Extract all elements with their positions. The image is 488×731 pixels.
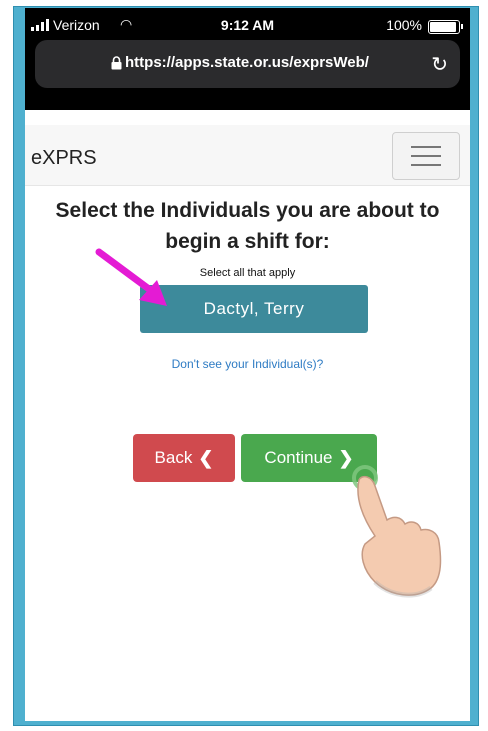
tap-hand-icon [352,465,442,598]
heading-line-2: begin a shift for: [165,230,330,253]
reload-icon[interactable]: ↻ [431,52,448,77]
back-button[interactable]: Back ❮ [133,434,235,482]
lock-icon [111,56,122,70]
battery-percent: 100% [386,17,422,33]
missing-individual-link[interactable]: Don't see your Individual(s)? [25,357,470,371]
continue-label: Continue [264,448,333,467]
brand-title[interactable]: eXPRS [31,147,97,170]
status-bar: Verizon ◠ 9:12 AM 100% https://apps.stat… [25,8,470,110]
battery-icon [428,20,463,34]
chevron-left-icon: ❮ [198,447,214,468]
page-heading: Select the Individuals you are about to … [25,195,470,257]
hamburger-menu-button[interactable] [392,132,460,180]
annotation-arrow-icon [95,248,167,306]
address-bar[interactable]: https://apps.state.or.us/exprsWeb/ ↻ [35,40,460,88]
select-hint: Select all that apply [199,267,296,279]
app-navbar: eXPRS [25,125,470,186]
heading-line-1: Select the Individuals you are about to [55,199,440,222]
phone-screen: Verizon ◠ 9:12 AM 100% https://apps.stat… [25,8,470,721]
back-label: Back [154,448,193,467]
url-text[interactable]: https://apps.state.or.us/exprsWeb/ [125,54,369,71]
